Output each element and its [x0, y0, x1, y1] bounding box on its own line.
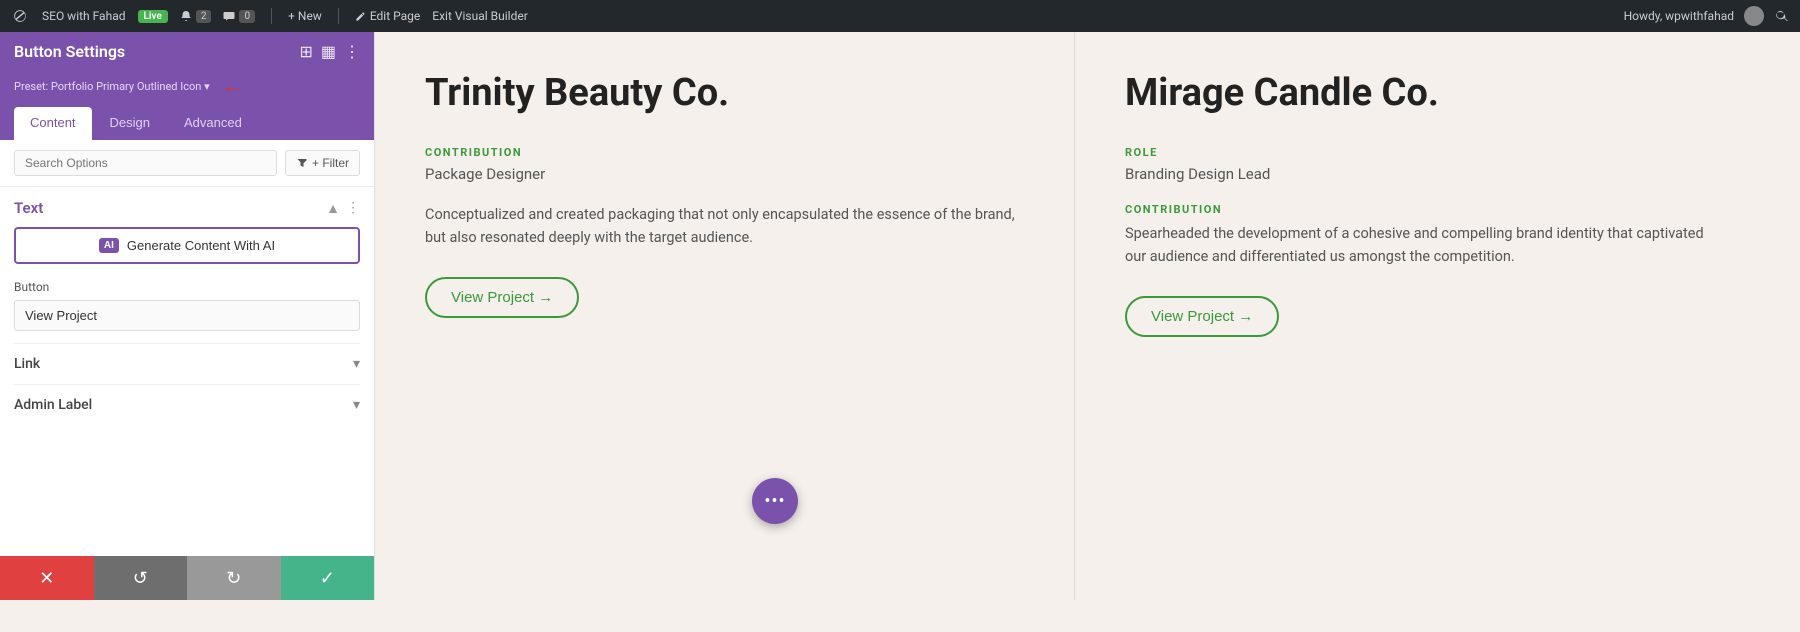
grid-icon[interactable]: ▦ — [321, 42, 336, 61]
redo-button[interactable]: ↻ — [187, 556, 281, 600]
card-role-mirage: Branding Design Lead — [1125, 165, 1725, 183]
sidebar-title: Button Settings — [14, 42, 125, 61]
tab-design[interactable]: Design — [94, 107, 166, 140]
resize-icon[interactable]: ⊞ — [299, 42, 312, 61]
fab-button[interactable]: ••• — [752, 478, 798, 524]
undo-button[interactable]: ↺ — [94, 556, 188, 600]
ai-icon: AI — [99, 238, 119, 253]
comment-count[interactable]: 0 — [223, 10, 255, 23]
button-input-section: Button — [14, 280, 360, 331]
generate-ai-button[interactable]: AI Generate Content With AI — [14, 227, 360, 264]
sidebar-search-bar: + Filter — [0, 140, 374, 187]
divider2 — [338, 8, 339, 24]
preset-label: Preset: Portfolio Primary Outlined Icon … — [14, 80, 210, 93]
text-section-header: Text ▲ ⋮ — [14, 199, 360, 217]
sidebar-tabs: Content Design Advanced — [0, 107, 374, 140]
admin-section-header[interactable]: Admin Label ▾ — [14, 397, 360, 413]
view-project-button-mirage[interactable]: View Project → — [1125, 296, 1279, 337]
sidebar-content: Text ▲ ⋮ AI Generate Content With AI But… — [0, 187, 374, 556]
link-section: Link ▾ — [14, 343, 360, 372]
filter-icon — [296, 157, 308, 169]
admin-label-section: Admin Label ▾ — [14, 384, 360, 413]
new-button[interactable]: + New — [288, 9, 322, 23]
button-label: Button — [14, 280, 360, 294]
card-title-trinity: Trinity Beauty Co. — [425, 72, 1024, 116]
fab-dots-icon: ••• — [764, 491, 785, 512]
divider — [271, 8, 272, 24]
button-text-input[interactable] — [14, 300, 360, 331]
search-input[interactable] — [14, 150, 277, 176]
preset-bar: Preset: Portfolio Primary Outlined Icon … — [0, 71, 374, 107]
card-contribution-label-trinity: CONTRIBUTION — [425, 146, 1024, 159]
red-arrow-icon: ← — [222, 73, 244, 99]
wp-icon[interactable] — [10, 6, 30, 26]
site-name[interactable]: SEO with Fahad — [42, 9, 126, 23]
card-trinity: Trinity Beauty Co. CONTRIBUTION Package … — [375, 32, 1075, 600]
cancel-button[interactable]: ✕ — [0, 556, 94, 600]
sidebar: Button Settings ⊞ ▦ ⋮ Preset: Portfolio … — [0, 32, 375, 600]
exit-visual-builder-button[interactable]: Exit Visual Builder — [432, 9, 528, 23]
main-layout: Button Settings ⊞ ▦ ⋮ Preset: Portfolio … — [0, 32, 1800, 600]
save-button[interactable]: ✓ — [281, 556, 375, 600]
content-area: Trinity Beauty Co. CONTRIBUTION Package … — [375, 32, 1800, 600]
card-contribution-mirage: Spearheaded the development of a cohesiv… — [1125, 222, 1725, 268]
bottom-toolbar: ✕ ↺ ↻ ✓ — [0, 556, 374, 600]
admin-chevron-icon: ▾ — [353, 397, 360, 413]
more-icon[interactable]: ⋮ — [344, 42, 360, 61]
view-project-button-trinity[interactable]: View Project → — [425, 277, 579, 318]
tab-content[interactable]: Content — [14, 107, 92, 140]
section-more-icon[interactable]: ⋮ — [346, 200, 360, 216]
sidebar-header: Button Settings ⊞ ▦ ⋮ — [0, 32, 374, 71]
live-badge: Live — [138, 10, 168, 23]
link-section-header[interactable]: Link ▾ — [14, 356, 360, 372]
collapse-icon[interactable]: ▲ — [326, 200, 340, 217]
notification-count[interactable]: 2 — [180, 10, 212, 23]
edit-page-button[interactable]: Edit Page — [355, 9, 420, 23]
admin-label-title: Admin Label — [14, 397, 92, 413]
filter-button[interactable]: + Filter — [285, 150, 360, 176]
link-title: Link — [14, 356, 40, 372]
text-section-title: Text — [14, 199, 43, 217]
card-contribution-trinity: Conceptualized and created packaging tha… — [425, 203, 1024, 249]
link-chevron-icon: ▾ — [353, 356, 360, 372]
search-icon[interactable] — [1774, 8, 1790, 24]
top-bar-right: Howdy, wpwithfahad — [1624, 6, 1790, 26]
card-role-label-mirage: ROLE — [1125, 146, 1725, 159]
top-bar: SEO with Fahad Live 2 0 + New Edit Page … — [0, 0, 1800, 32]
card-title-mirage: Mirage Candle Co. — [1125, 72, 1725, 116]
card-role-trinity: Package Designer — [425, 165, 1024, 183]
user-avatar — [1744, 6, 1764, 26]
tab-advanced[interactable]: Advanced — [168, 107, 258, 140]
card-contribution-label-mirage: CONTRIBUTION — [1125, 203, 1725, 216]
section-icons: ▲ ⋮ — [326, 200, 360, 217]
card-mirage: Mirage Candle Co. ROLE Branding Design L… — [1075, 32, 1775, 600]
sidebar-header-icons: ⊞ ▦ ⋮ — [299, 42, 360, 61]
